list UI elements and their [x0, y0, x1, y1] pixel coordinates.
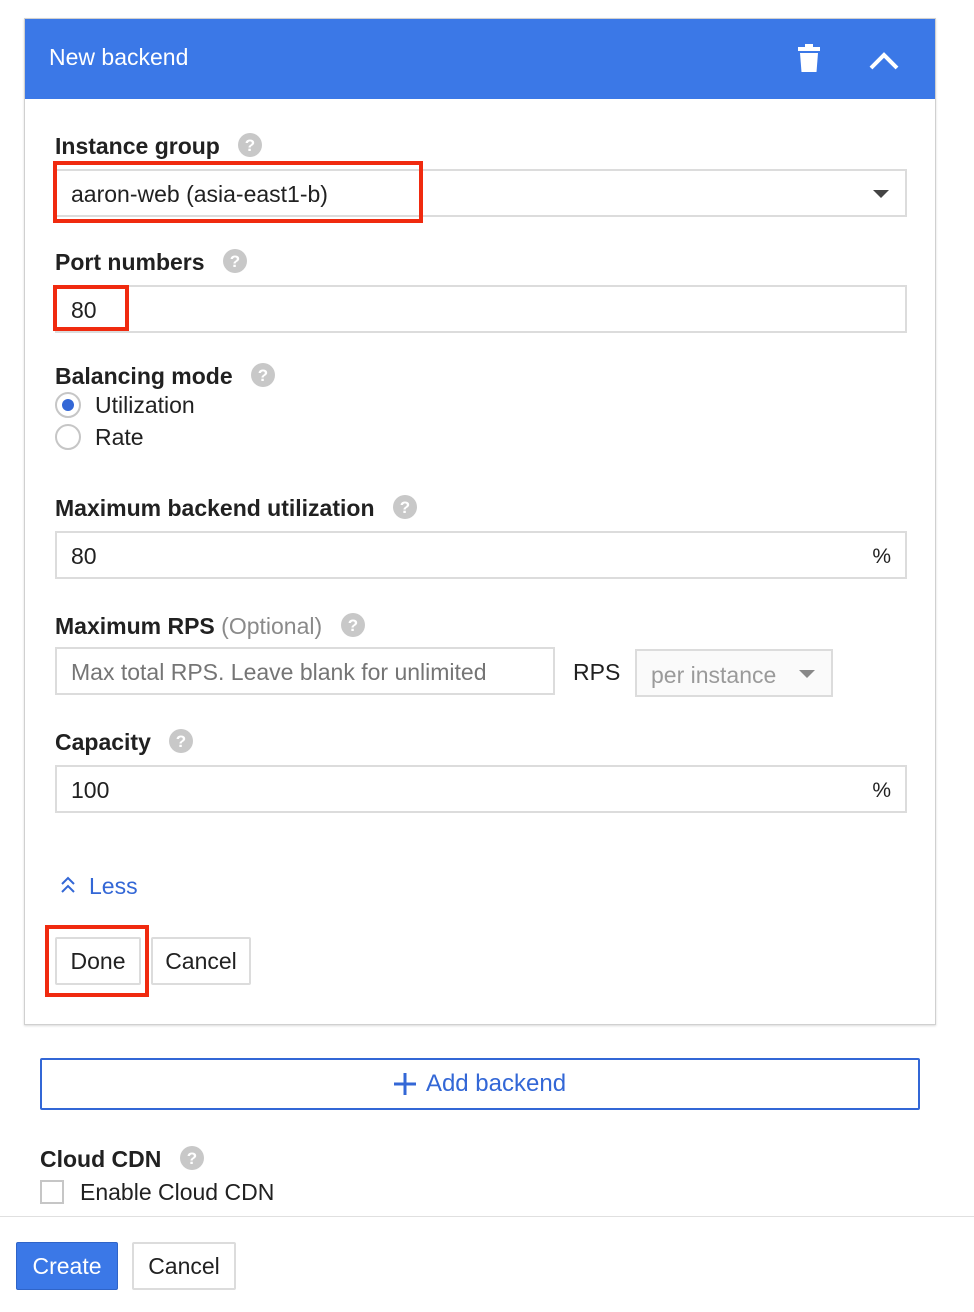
footer-divider	[0, 1216, 974, 1217]
radio-utilization[interactable]	[55, 392, 81, 418]
svg-text:?: ?	[400, 498, 410, 517]
enable-cdn-checkbox[interactable]	[40, 1180, 64, 1204]
percent-suffix: %	[872, 779, 891, 802]
radio-rate-label[interactable]: Rate	[95, 424, 144, 451]
panel-title: New backend	[49, 44, 189, 70]
max-utilization-input[interactable]: 80 %	[55, 531, 907, 579]
svg-text:?: ?	[347, 616, 357, 635]
port-numbers-label: Port numbers ?	[55, 249, 247, 276]
chevron-up-icon[interactable]	[865, 41, 903, 79]
svg-text:?: ?	[176, 732, 186, 751]
trash-icon[interactable]	[795, 43, 823, 73]
radio-rate[interactable]	[55, 424, 81, 450]
help-icon[interactable]: ?	[169, 729, 194, 753]
footer-cancel-button[interactable]: Cancel	[132, 1242, 236, 1290]
instance-group-label: Instance group ?	[55, 133, 263, 160]
less-link[interactable]: Less	[59, 873, 138, 900]
help-icon[interactable]: ?	[251, 363, 276, 387]
help-icon[interactable]: ?	[392, 495, 417, 519]
double-chevron-up-icon	[61, 876, 75, 893]
rps-scope-select[interactable]: per instance	[635, 649, 833, 697]
svg-text:?: ?	[187, 1149, 197, 1168]
help-icon[interactable]: ?	[179, 1146, 204, 1170]
balancing-mode-label: Balancing mode ?	[55, 363, 276, 390]
plus-icon	[393, 1073, 416, 1095]
enable-cdn-label[interactable]: Enable Cloud CDN	[80, 1179, 274, 1206]
help-icon[interactable]: ?	[222, 249, 247, 273]
add-backend-button[interactable]: Add backend	[40, 1058, 920, 1110]
svg-text:?: ?	[230, 252, 240, 271]
cloud-cdn-label: Cloud CDN ?	[40, 1146, 204, 1173]
dropdown-arrow-icon	[799, 670, 815, 678]
new-backend-panel: New backend Instance group ? aaron-web (…	[24, 18, 936, 1025]
create-button[interactable]: Create	[16, 1242, 118, 1290]
rps-unit-label: RPS	[573, 659, 621, 685]
done-button[interactable]: Done	[55, 937, 141, 985]
help-icon[interactable]: ?	[340, 613, 365, 637]
panel-header: New backend	[25, 19, 935, 99]
max-rps-label: Maximum RPS (Optional) ?	[55, 613, 365, 640]
instance-group-select[interactable]: aaron-web (asia-east1-b)	[55, 169, 907, 217]
svg-text:?: ?	[258, 366, 268, 385]
radio-utilization-label[interactable]: Utilization	[95, 392, 195, 419]
help-icon[interactable]: ?	[238, 133, 263, 157]
dropdown-arrow-icon	[873, 190, 889, 198]
svg-text:?: ?	[245, 136, 255, 155]
capacity-label: Capacity ?	[55, 729, 194, 756]
capacity-input[interactable]: 100 %	[55, 765, 907, 813]
port-numbers-input[interactable]: 80	[55, 285, 907, 333]
panel-cancel-button[interactable]: Cancel	[151, 937, 251, 985]
max-utilization-label: Maximum backend utilization ?	[55, 495, 417, 522]
optional-tag: (Optional)	[221, 613, 323, 639]
percent-suffix: %	[872, 545, 891, 568]
max-rps-input[interactable]: Max total RPS. Leave blank for unlimited	[55, 647, 555, 695]
